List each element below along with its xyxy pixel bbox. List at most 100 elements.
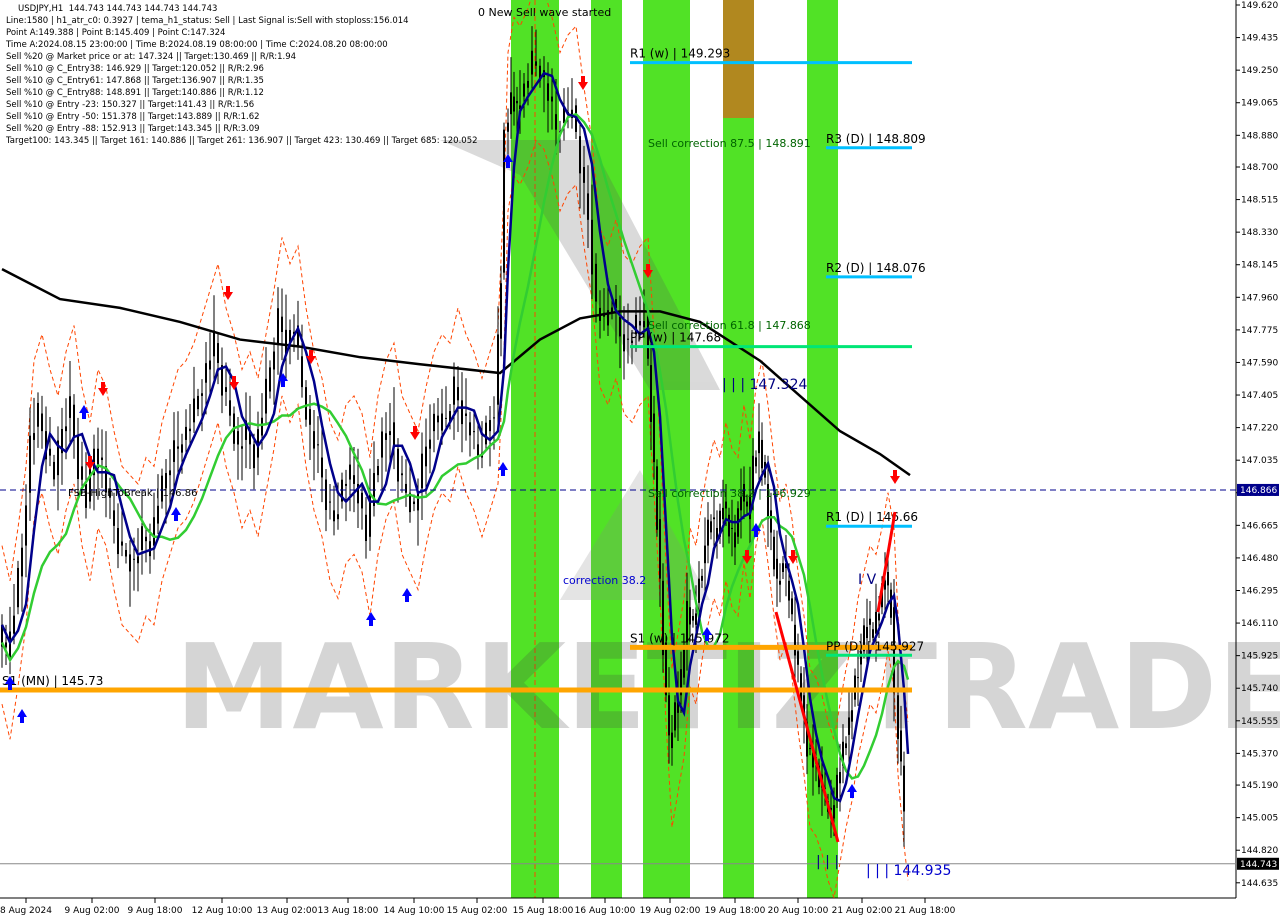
candle-body [397,448,399,482]
candle-body [665,642,667,696]
candle-body [516,100,518,104]
sell-correction-618-label: Sell correction 61.8 | 147.868 [648,319,811,332]
fsb-label: FSB-HighToBreak | 146.86 [68,488,197,499]
info-line: Time A:2024.08.15 23:00:00 | Time B:2024… [6,40,388,50]
candle-body [531,50,533,75]
wave-4-label: I V [858,572,877,588]
candle-body [309,409,311,425]
candle-body [857,677,859,679]
candle-body [413,501,415,505]
candle-body [668,695,670,736]
price-tick-label: 147.590 [1241,358,1278,368]
level-label: R1 (D) | 146.66 [826,510,918,524]
candle-body [833,805,835,819]
info-line: Sell %10 @ C_Entry61: 147.868 || Target:… [6,76,264,86]
candle-body [81,466,83,480]
candle-body [69,396,71,418]
candle-body [755,457,757,467]
candle-body [477,444,479,456]
candle-body [21,547,23,577]
candle-body [547,83,549,101]
candle-body [169,470,171,476]
candle-body [890,589,892,618]
candle-body [551,96,553,102]
candle-body [839,772,841,784]
candle-body [848,717,850,735]
info-line: Sell %20 @ Entry -88: 152.913 || Target:… [6,124,260,134]
price-tick-label: 147.405 [1241,391,1278,401]
info-line: Line:1580 | h1_atr_c0: 0.3927 | tema_h1_… [6,16,409,26]
candle-body [461,400,463,425]
price-tick-label: 144.820 [1241,846,1278,856]
sell-correction-875-label: Sell correction 87.5 | 148.891 [648,137,811,150]
candle-body [523,83,525,97]
candle-body [689,607,691,625]
candle-body [181,444,183,453]
candle-body [117,527,119,555]
level-label: S1 (w) | 145.972 [630,631,730,645]
candle-body [381,431,383,458]
candle-body [887,572,889,586]
info-line: Sell %20 @ Market price or at: 147.324 |… [6,52,297,62]
candle-body [29,435,31,493]
candle-body [441,413,443,431]
candle-body [25,505,27,546]
candle-body [353,475,355,484]
level-label: PP (w) | 147.68 [630,331,721,345]
candle-body [17,567,19,608]
current-price-tag: 144.743 [1237,857,1279,870]
candle-body [776,558,778,579]
fsb-price-tag: 146.866 [1237,483,1279,496]
svg-text:146.866: 146.866 [1240,486,1277,496]
candle-body [591,219,593,275]
candle-body [493,417,495,419]
candle-body [734,532,736,548]
green-band [591,0,622,898]
price-tick-label: 146.110 [1241,619,1278,629]
candle-body [173,440,175,462]
candle-body [869,618,871,625]
point-c-label: | | | 147.324 [722,377,807,393]
candle-body [253,444,255,469]
candle-body [701,575,703,581]
candle-body [510,92,512,115]
price-tick-label: 149.065 [1241,99,1278,109]
candle-body [213,330,215,357]
level-label: R3 (D) | 148.809 [826,132,926,146]
candle-body [13,615,15,634]
candle-body [101,457,103,461]
candle-body [722,507,724,520]
candle-body [453,376,455,405]
candle-body [125,549,127,557]
candle-body [425,446,427,467]
candle-body [555,114,557,130]
candle-body [761,439,763,469]
candle-body [713,517,715,520]
candle-body [365,514,367,542]
price-tick-label: 145.925 [1241,652,1278,662]
candle-body [217,343,219,363]
price-tick-label: 145.005 [1241,814,1278,824]
candle-body [141,526,143,550]
candle-body [201,393,203,396]
price-tick-label: 145.370 [1241,749,1278,759]
candle-body [273,351,275,370]
candle-body [809,748,811,750]
candle-body [707,519,709,546]
candle-body [527,80,529,88]
candle-body [758,431,760,454]
candle-body [305,387,307,420]
info-line: Target100: 143.345 || Target 161: 140.88… [6,136,478,146]
candle-body [281,316,283,332]
price-tick-label: 147.960 [1241,293,1278,303]
candle-body [698,578,700,603]
candle-body [49,448,51,456]
info-line: Sell %10 @ Entry -23: 150.327 || Target:… [6,100,255,110]
candle-body [401,473,403,476]
time-tick-label: 19 Aug 18:00 [705,906,766,916]
candle-body [185,426,187,440]
price-tick-label: 147.220 [1241,424,1278,434]
candle-body [788,580,790,601]
candle-body [157,505,159,524]
candle-body [900,730,902,762]
